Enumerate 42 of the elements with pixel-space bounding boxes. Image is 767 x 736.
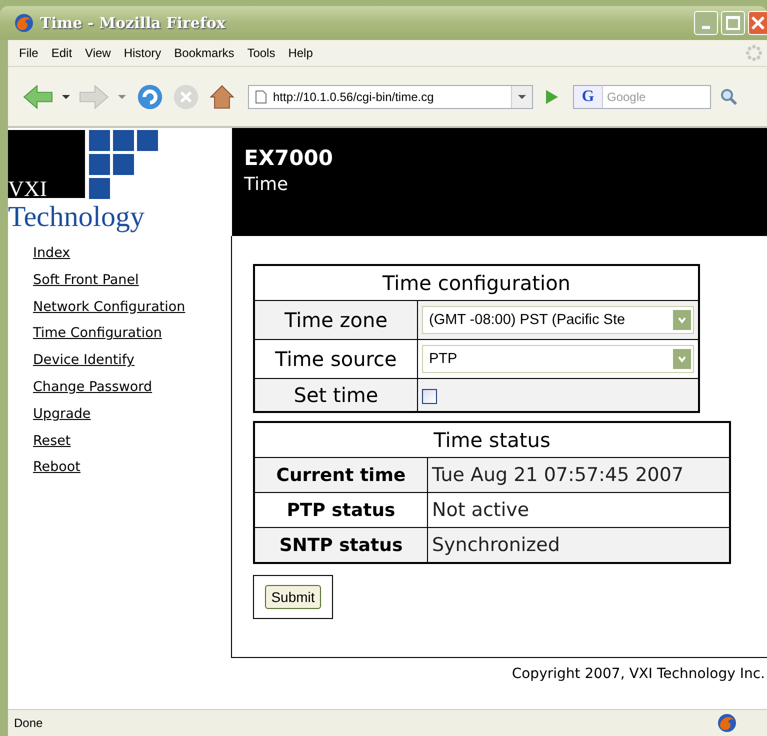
sidebar-link[interactable]: Reset [33, 432, 71, 450]
page-subtitle: Time [244, 174, 288, 195]
dropdown-icon[interactable] [518, 92, 526, 100]
checkbox[interactable] [422, 388, 437, 404]
copyright-text: Copyright 2007, VXI Technology Inc. [512, 666, 766, 682]
maximize-button[interactable] [721, 11, 745, 35]
back-icon[interactable] [22, 82, 54, 110]
select-field[interactable]: PTP [422, 345, 694, 373]
sidebar-link[interactable]: Index [33, 244, 70, 262]
table-title: Time status [254, 422, 730, 458]
menu-item[interactable]: Edit [48, 43, 82, 63]
search-field[interactable]: Google [603, 84, 711, 108]
dropdown-icon[interactable] [62, 92, 70, 100]
search-icon[interactable] [719, 86, 739, 106]
select-field[interactable]: (GMT -08:00) PST (Pacific Ste [422, 306, 694, 334]
forward-icon[interactable] [78, 82, 110, 110]
sidebar-link[interactable]: Time Configuration [33, 324, 162, 342]
minimize-button[interactable] [694, 11, 718, 35]
status-label: Current time [254, 458, 428, 492]
address-field[interactable]: http://10.1.0.56/cgi-bin/time.cg [248, 84, 533, 108]
sidebar-link[interactable]: Network Configuration [33, 298, 186, 316]
menu-item[interactable]: Help [285, 43, 323, 63]
menu-item[interactable]: Tools [244, 43, 286, 63]
menu-item[interactable]: Bookmarks [171, 43, 244, 63]
field-label: Time zone [254, 300, 418, 340]
sidebar-link[interactable]: Upgrade [33, 404, 91, 423]
sidebar-link[interactable]: Soft Front Panel [33, 270, 139, 289]
submit-button[interactable]: Submit [265, 585, 321, 609]
table-title: Time configuration [254, 265, 699, 300]
close-button[interactable] [748, 11, 767, 35]
sidebar-link[interactable]: Device Identify [33, 351, 134, 370]
company-logo: VXI Technology [8, 128, 232, 236]
throbber-icon [745, 44, 763, 62]
menu-item[interactable]: File [16, 43, 48, 63]
sidebar-link[interactable]: Change Password [33, 378, 152, 396]
menu-item[interactable]: View [82, 43, 121, 63]
window-title: Time - Mozilla Firefox [40, 14, 226, 32]
menu-item[interactable]: History [120, 43, 172, 63]
status-text: Done [14, 716, 44, 730]
sidebar-link[interactable]: Reboot [33, 458, 80, 476]
page-icon [255, 90, 267, 104]
device-title: EX7000 [244, 146, 333, 170]
